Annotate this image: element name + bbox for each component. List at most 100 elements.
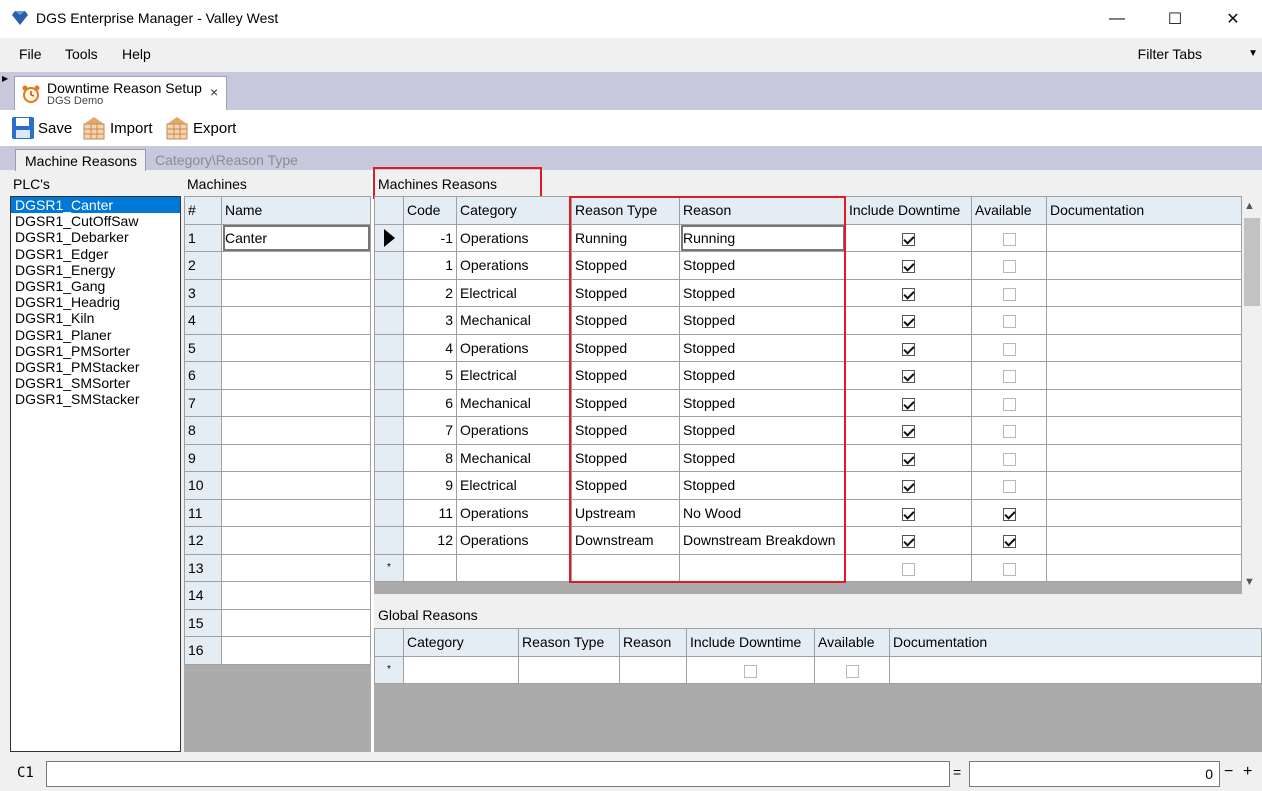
row-header[interactable] — [374, 526, 404, 555]
available-cell[interactable] — [971, 278, 1047, 307]
machine-name-cell[interactable]: Canter — [221, 223, 371, 252]
documentation-cell[interactable] — [1046, 223, 1242, 252]
machine-name-cell[interactable] — [221, 278, 371, 307]
include-downtime-cell[interactable] — [845, 526, 972, 555]
row-header[interactable] — [374, 498, 404, 527]
include-downtime-cell[interactable] — [845, 361, 972, 390]
machine-name-cell[interactable] — [221, 498, 371, 527]
include-downtime-checkbox[interactable] — [902, 232, 915, 246]
available-checkbox[interactable] — [1002, 535, 1016, 549]
category-cell[interactable]: Electrical — [456, 471, 572, 500]
code-cell[interactable]: -1 — [403, 223, 457, 252]
global-column-header-reason[interactable]: Reason — [619, 628, 687, 657]
include-downtime-checkbox[interactable] — [902, 480, 915, 494]
category-cell[interactable]: Operations — [456, 526, 572, 555]
available-cell[interactable] — [971, 251, 1047, 280]
documentation-cell[interactable] — [1046, 498, 1242, 527]
row-header[interactable] — [374, 306, 404, 335]
code-cell[interactable]: 4 — [403, 333, 457, 362]
machine-name-cell[interactable] — [221, 526, 371, 555]
available-checkbox[interactable] — [1002, 370, 1016, 384]
category-cell[interactable]: Operations — [456, 333, 572, 362]
include-downtime-checkbox[interactable] — [902, 507, 915, 521]
plc-list-item[interactable]: DGSR1_Gang — [11, 278, 180, 294]
plc-list-item[interactable]: DGSR1_Edger — [11, 246, 180, 262]
plc-list-item[interactable]: DGSR1_CutOffSaw — [11, 213, 180, 229]
machine-row[interactable]: 10 — [184, 471, 371, 500]
dropdown-arrow-icon[interactable]: ▼ — [1248, 48, 1258, 59]
machine-row[interactable]: 3 — [184, 278, 371, 307]
machines-grid[interactable]: # Name 1 Canter 2 3 4 5 6 7 8 9 10 11 12 13 14 15 16 — [184, 196, 371, 752]
global-documentation-cell[interactable] — [889, 655, 1262, 684]
include-downtime-checkbox[interactable] — [902, 397, 915, 411]
plc-list-item[interactable]: DGSR1_SMSorter — [11, 375, 180, 391]
documentation-cell[interactable] — [1046, 306, 1242, 335]
documentation-cell[interactable] — [1046, 333, 1242, 362]
machine-row[interactable]: 13 — [184, 553, 371, 582]
scrollbar-thumb[interactable] — [1244, 218, 1260, 306]
include-downtime-cell[interactable] — [845, 306, 972, 335]
machine-row[interactable]: 16 — [184, 636, 371, 665]
machine-name-cell[interactable] — [221, 416, 371, 445]
category-cell[interactable]: Mechanical — [456, 443, 572, 472]
documentation-cell[interactable] — [1046, 361, 1242, 390]
row-header[interactable] — [374, 388, 404, 417]
include-downtime-checkbox[interactable] — [902, 342, 915, 356]
increment-button[interactable]: + — [1243, 763, 1252, 781]
code-cell[interactable]: 12 — [403, 526, 457, 555]
documentation-cell[interactable] — [1046, 443, 1242, 472]
include-downtime-cell[interactable] — [845, 498, 972, 527]
global-column-header-reason-type[interactable]: Reason Type — [518, 628, 620, 657]
available-cell[interactable] — [971, 306, 1047, 335]
global-available-cell[interactable] — [814, 655, 890, 684]
scroll-down-icon[interactable]: ▼ — [1244, 576, 1255, 588]
code-cell[interactable]: 6 — [403, 388, 457, 417]
code-cell[interactable]: 8 — [403, 443, 457, 472]
global-column-header-documentation[interactable]: Documentation — [889, 628, 1262, 657]
available-checkbox[interactable] — [1002, 397, 1016, 411]
column-header-number[interactable]: # — [184, 196, 222, 225]
documentation-cell[interactable] — [1046, 553, 1242, 582]
machine-name-cell[interactable] — [221, 636, 371, 665]
documentation-cell[interactable] — [1046, 388, 1242, 417]
include-downtime-cell[interactable] — [845, 443, 972, 472]
export-button[interactable]: Export — [164, 116, 236, 140]
plc-list[interactable]: DGSR1_Canter DGSR1_CutOffSaw DGSR1_Debarke… — [10, 196, 181, 752]
row-header[interactable] — [374, 361, 404, 390]
tab-machine-reasons[interactable]: Machine Reasons — [15, 149, 146, 171]
formula-input[interactable] — [46, 761, 950, 787]
code-cell[interactable] — [403, 553, 457, 582]
filter-tabs-dropdown[interactable]: Filter Tabs — [1138, 46, 1202, 62]
machine-name-cell[interactable] — [221, 251, 371, 280]
include-downtime-checkbox[interactable] — [902, 370, 915, 384]
include-downtime-checkbox[interactable] — [902, 260, 915, 274]
available-cell[interactable] — [971, 388, 1047, 417]
include-downtime-checkbox[interactable] — [902, 562, 915, 576]
category-cell[interactable]: Mechanical — [456, 306, 572, 335]
menu-file[interactable]: File — [19, 46, 42, 62]
include-downtime-cell[interactable] — [845, 471, 972, 500]
row-header[interactable] — [374, 443, 404, 472]
machine-row[interactable]: 6 — [184, 361, 371, 390]
machine-row[interactable]: 1 Canter — [184, 223, 371, 252]
plc-list-item[interactable]: DGSR1_Debarker — [11, 229, 180, 245]
code-cell[interactable]: 1 — [403, 251, 457, 280]
row-header[interactable] — [374, 416, 404, 445]
strip-scroll-arrow-icon[interactable]: ▶ — [2, 74, 8, 83]
tab-category-reason-type[interactable]: Category\Reason Type — [155, 152, 298, 168]
machine-row[interactable]: 9 — [184, 443, 371, 472]
available-cell[interactable] — [971, 333, 1047, 362]
decrement-button[interactable]: − — [1224, 763, 1233, 781]
category-cell[interactable]: Operations — [456, 498, 572, 527]
menu-help[interactable]: Help — [122, 46, 151, 62]
row-header[interactable] — [374, 333, 404, 362]
machine-row[interactable]: 2 — [184, 251, 371, 280]
available-cell[interactable] — [971, 471, 1047, 500]
column-header-documentation[interactable]: Documentation — [1046, 196, 1242, 225]
machine-name-cell[interactable] — [221, 443, 371, 472]
import-button[interactable]: Import — [81, 116, 153, 140]
column-header-category[interactable]: Category — [456, 196, 572, 225]
code-cell[interactable]: 5 — [403, 361, 457, 390]
category-cell[interactable]: Operations — [456, 416, 572, 445]
include-downtime-checkbox[interactable] — [902, 315, 915, 329]
